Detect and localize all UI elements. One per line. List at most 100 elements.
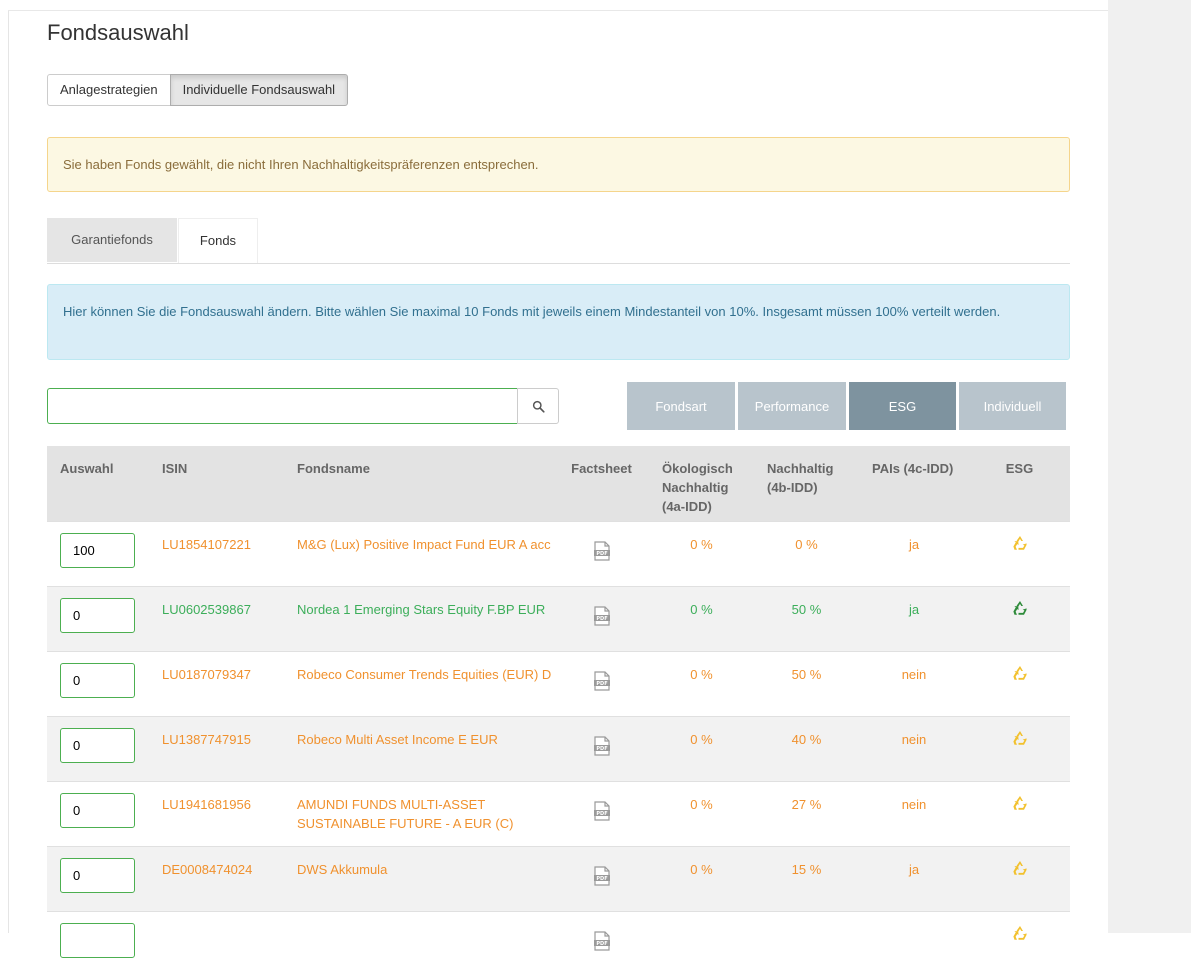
cell-oekologisch: 0 % (649, 585, 754, 651)
cell-nachhaltig: 15 % (754, 845, 859, 911)
header-nachhaltig[interactable]: Nachhaltig (4b-IDD) (754, 446, 859, 521)
anlagestrategien-button[interactable]: Anlagestrategien (47, 74, 171, 106)
cell-isin[interactable]: LU1941681956 (149, 780, 284, 846)
cell-esg (969, 845, 1070, 911)
pdf-icon[interactable]: PDF (593, 800, 611, 821)
tab-garantiefonds[interactable]: Garantiefonds (47, 218, 177, 262)
cell-fondsname[interactable]: AMUNDI FUNDS MULTI-ASSET SUSTAINABLE FUT… (284, 780, 554, 846)
strategy-toggle-group: Anlagestrategien Individuelle Fondsauswa… (47, 74, 349, 106)
header-pais[interactable]: PAIs (4c-IDD) (859, 446, 969, 521)
cell-isin[interactable]: LU0187079347 (149, 650, 284, 716)
header-isin[interactable]: ISIN (149, 446, 284, 521)
recycle-icon (1012, 860, 1028, 876)
fund-table: Auswahl ISIN Fondsname Factsheet Ökologi… (47, 446, 1070, 976)
cell-factsheet: PDF (554, 585, 649, 651)
page-left-border (8, 10, 9, 933)
cell-pais: nein (859, 780, 969, 846)
filter-esg-button[interactable]: ESG (849, 382, 956, 430)
column-filter-group: Fondsart Performance ESG Individuell (627, 382, 1066, 430)
quantity-input[interactable] (60, 857, 135, 893)
cell-pais: ja (859, 845, 969, 911)
cell-auswahl (47, 585, 149, 651)
recycle-icon (1012, 795, 1028, 811)
cell-nachhaltig: 50 % (754, 585, 859, 651)
cell-fondsname[interactable]: M&G (Lux) Positive Impact Fund EUR A acc (284, 520, 554, 586)
svg-text:PDF: PDF (596, 811, 607, 817)
page-title: Fondsauswahl (47, 20, 189, 45)
cell-pais (859, 910, 969, 976)
fund-selection-info-alert: Hier können Sie die Fondsauswahl ändern.… (47, 284, 1070, 360)
cell-fondsname[interactable]: Robeco Multi Asset Income E EUR (284, 715, 554, 781)
filter-individuell-button[interactable]: Individuell (959, 382, 1066, 430)
header-esg[interactable]: ESG (969, 446, 1070, 521)
pdf-icon[interactable]: PDF (593, 865, 611, 886)
cell-factsheet: PDF (554, 845, 649, 911)
search-input[interactable] (47, 388, 517, 424)
quantity-input[interactable] (60, 532, 135, 568)
cell-fondsname[interactable]: DWS Akkumula (284, 845, 554, 911)
tab-fonds[interactable]: Fonds (178, 218, 258, 263)
cell-isin[interactable]: LU0602539867 (149, 585, 284, 651)
recycle-icon (1012, 535, 1028, 551)
search-button[interactable] (517, 388, 559, 424)
cell-pais: ja (859, 585, 969, 651)
cell-oekologisch: 0 % (649, 650, 754, 716)
quantity-input[interactable] (60, 597, 135, 633)
cell-factsheet: PDF (554, 520, 649, 586)
table-row: PDF (47, 910, 1070, 976)
filter-performance-button[interactable]: Performance (738, 382, 846, 430)
table-row: LU1854107221M&G (Lux) Positive Impact Fu… (47, 520, 1070, 586)
svg-text:PDF: PDF (596, 681, 607, 687)
quantity-input[interactable] (60, 662, 135, 698)
table-row: DE0008474024DWS Akkumula PDF 0 %15 %ja (47, 845, 1070, 911)
header-factsheet: Factsheet (554, 446, 649, 521)
pdf-icon[interactable]: PDF (593, 605, 611, 626)
fund-search (47, 388, 559, 424)
cell-oekologisch: 0 % (649, 520, 754, 586)
cell-fondsname[interactable] (284, 910, 554, 976)
cell-fondsname[interactable]: Nordea 1 Emerging Stars Equity F.BP EUR (284, 585, 554, 651)
cell-factsheet: PDF (554, 715, 649, 781)
cell-esg (969, 585, 1070, 651)
header-fondsname[interactable]: Fondsname (284, 446, 554, 521)
search-icon (532, 400, 545, 413)
header-oekologisch-nachhaltig[interactable]: Ökologisch Nachhaltig (4a-IDD) (649, 446, 754, 521)
cell-fondsname[interactable]: Robeco Consumer Trends Equities (EUR) D (284, 650, 554, 716)
cell-oekologisch: 0 % (649, 845, 754, 911)
cell-oekologisch: 0 % (649, 715, 754, 781)
cell-isin[interactable]: LU1854107221 (149, 520, 284, 586)
table-row: LU1941681956AMUNDI FUNDS MULTI-ASSET SUS… (47, 780, 1070, 846)
quantity-input[interactable] (60, 727, 135, 763)
cell-auswahl (47, 715, 149, 781)
quantity-input[interactable] (60, 922, 135, 958)
cell-factsheet: PDF (554, 910, 649, 976)
svg-text:PDF: PDF (596, 616, 607, 622)
cell-esg (969, 910, 1070, 976)
cell-isin[interactable]: LU1387747915 (149, 715, 284, 781)
pdf-icon[interactable]: PDF (593, 540, 611, 561)
recycle-icon (1012, 600, 1028, 616)
individuelle-fondsauswahl-button[interactable]: Individuelle Fondsauswahl (169, 74, 349, 106)
fund-type-tabs: Garantiefonds Fonds (47, 218, 1070, 264)
pdf-icon[interactable]: PDF (593, 930, 611, 951)
header-auswahl[interactable]: Auswahl (47, 446, 149, 521)
svg-text:PDF: PDF (596, 941, 607, 947)
cell-factsheet: PDF (554, 650, 649, 716)
recycle-icon (1012, 665, 1028, 681)
cell-isin[interactable]: DE0008474024 (149, 845, 284, 911)
cell-auswahl (47, 780, 149, 846)
cell-factsheet: PDF (554, 780, 649, 846)
cell-pais: nein (859, 650, 969, 716)
pdf-icon[interactable]: PDF (593, 735, 611, 756)
svg-text:PDF: PDF (596, 746, 607, 752)
cell-isin[interactable] (149, 910, 284, 976)
cell-auswahl (47, 845, 149, 911)
filter-fondsart-button[interactable]: Fondsart (627, 382, 735, 430)
cell-pais: nein (859, 715, 969, 781)
page-top-border (8, 10, 1108, 11)
sustainability-warning-alert: Sie haben Fonds gewählt, die nicht Ihren… (47, 137, 1070, 192)
cell-auswahl (47, 520, 149, 586)
quantity-input[interactable] (60, 792, 135, 828)
cell-nachhaltig: 40 % (754, 715, 859, 781)
pdf-icon[interactable]: PDF (593, 670, 611, 691)
